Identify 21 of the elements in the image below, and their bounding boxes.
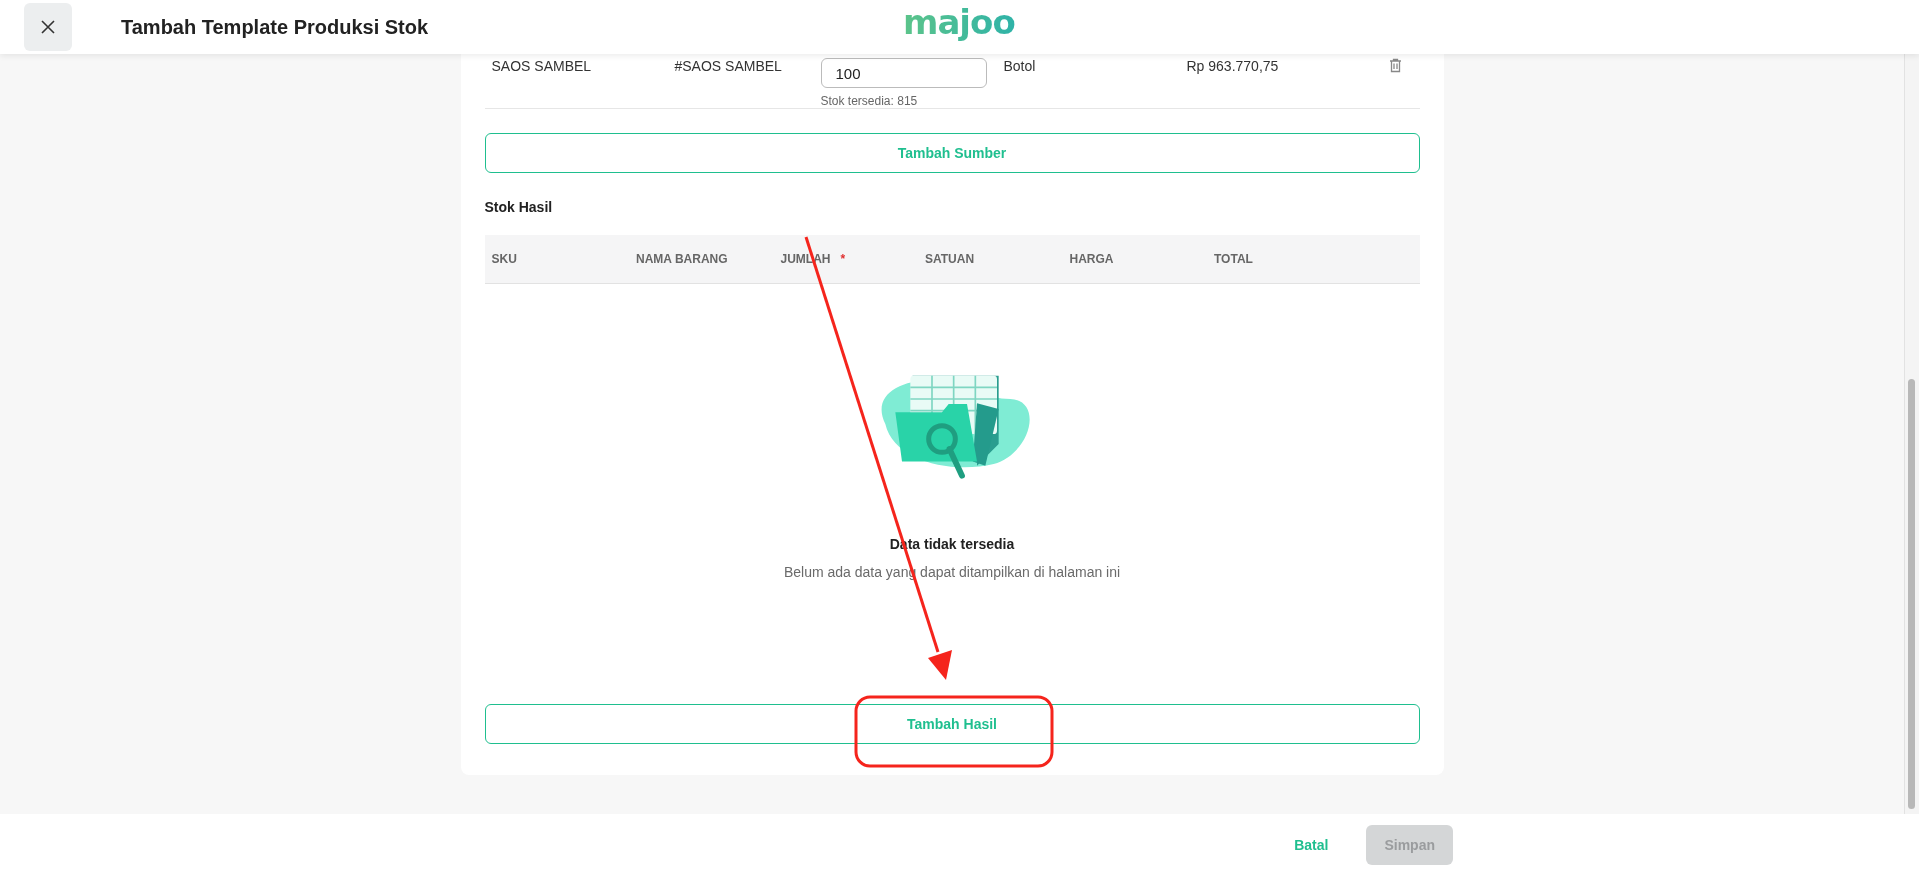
table-cell-text: SAOS SAMBEL xyxy=(491,58,593,74)
scrollbar[interactable] xyxy=(1904,54,1919,814)
table-cell-text: Rp 963.770,75 xyxy=(1186,58,1280,74)
table-cell-text: Botol xyxy=(1003,58,1037,74)
quantity-field[interactable]: 100 xyxy=(820,58,987,88)
trash-icon[interactable] xyxy=(1388,58,1402,73)
add-result-button[interactable]: Tambah Hasil xyxy=(484,704,1420,744)
section-title: Stok Hasil xyxy=(484,199,554,215)
column-header: SKU xyxy=(491,252,517,266)
column-header: SATUAN xyxy=(925,252,975,266)
close-button[interactable] xyxy=(24,3,72,51)
required-mark: * xyxy=(840,252,846,266)
window-title: Tambah Template Produksi Stok xyxy=(121,15,429,39)
add-source-button[interactable]: Tambah Sumber xyxy=(484,133,1420,173)
table-cell-text: #SAOS SAMBEL xyxy=(674,58,783,74)
column-header: TOTAL xyxy=(1214,252,1253,266)
close-icon xyxy=(41,20,55,34)
column-header: HARGA xyxy=(1069,252,1114,266)
column-header: NAMA BARANG xyxy=(636,252,728,266)
stock-hint: Stok tersedia: 815 xyxy=(820,94,919,108)
cancel-button[interactable]: Batal xyxy=(1290,825,1333,865)
